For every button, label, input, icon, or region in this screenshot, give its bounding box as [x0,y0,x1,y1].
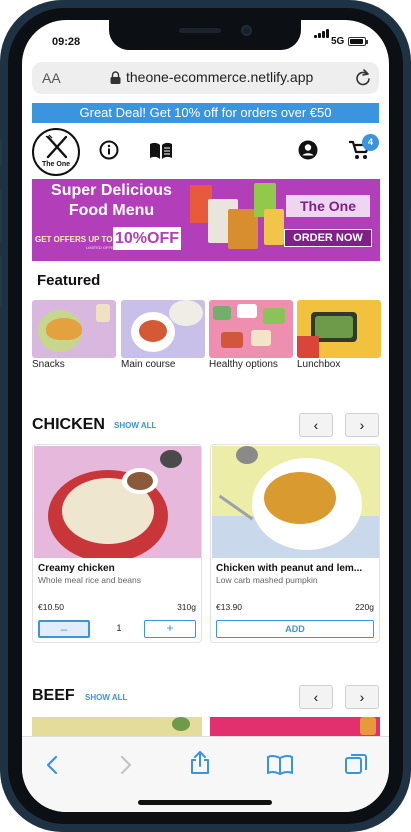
product-name: Creamy chicken [38,563,115,574]
category-healthy-options[interactable]: Healthy options [209,300,293,370]
banner-brand: The One [286,195,370,217]
category-snacks[interactable]: Snacks [32,300,116,370]
logo[interactable]: The One [32,128,80,176]
chicken-next-button[interactable]: › [345,413,379,437]
category-image [121,300,205,358]
lock-icon [110,71,121,84]
reload-icon[interactable] [354,68,372,88]
order-now-button[interactable]: ORDER NOW [284,229,372,247]
battery-icon [348,37,368,46]
info-icon[interactable] [99,140,119,160]
tabs-icon[interactable] [345,753,367,775]
cutlery-icon [45,134,68,159]
meal-pack-image [264,209,284,245]
status-time: 09:28 [52,36,81,48]
logo-text: The One [41,161,70,168]
product-card-chicken-peanut-lemon[interactable]: Chicken with peanut and lem... Low carb … [210,444,380,643]
category-image [32,300,116,358]
browser-toolbar [22,736,389,812]
account-icon[interactable] [298,140,318,160]
product-price: €10.50 [38,602,64,612]
decrease-quantity-button[interactable]: – [38,620,90,638]
section-title-beef: BEEF [32,687,75,704]
beef-next-button[interactable]: › [345,685,379,709]
category-label: Snacks [32,359,65,370]
menu-book-icon[interactable] [149,142,173,160]
category-image [209,300,293,358]
banner-title-line2: Food Menu [68,202,155,219]
promo-banner: Great Deal! Get 10% off for orders over … [32,103,379,123]
banner-offer-text: GET OFFERS UP TO [35,235,113,244]
banner-discount: 10%OFF [113,227,181,250]
address-bar[interactable]: AA theone-ecommerce.netlify.app [32,62,379,94]
action-button [0,140,2,166]
notch [109,20,301,50]
front-camera [241,25,252,36]
volume-down-button [0,255,2,307]
category-lunchbox[interactable]: Lunchbox [297,300,381,370]
section-title-chicken: CHICKEN [32,416,105,433]
network-type: 5G [331,36,345,47]
product-weight: 220g [355,602,374,612]
bookmarks-icon[interactable] [267,755,293,775]
quantity-value: 1 [116,623,122,633]
banner-offer-subtext: LIMITED OFFER [86,245,117,250]
featured-title: Featured [37,272,101,289]
speaker [179,28,221,33]
product-image [212,446,379,558]
category-label: Main course [121,359,176,370]
beef-prev-button[interactable]: ‹ [299,685,333,709]
screen: 09:28 5G AA theone-ecommerce.netlify.app… [22,20,389,812]
hero-banner[interactable]: Super Delicious Food Menu GET OFFERS UP … [32,179,380,261]
chicken-prev-button[interactable]: ‹ [299,413,333,437]
category-label: Lunchbox [297,359,341,370]
category-label: Healthy options [209,359,278,370]
increase-quantity-button[interactable]: + [144,620,196,638]
product-price: €13.90 [216,602,242,612]
volume-up-button [0,190,2,242]
home-indicator [138,800,272,805]
url-text[interactable]: theone-ecommerce.netlify.app [126,69,313,85]
product-description: Whole meal rice and beans [38,575,142,585]
product-card-creamy-chicken[interactable]: Creamy chicken Whole meal rice and beans… [32,444,202,643]
product-weight: 310g [177,602,196,612]
site-header: The One 4 [22,124,389,176]
category-image [297,300,381,358]
banner-title-line1: Super Delicious [51,182,172,199]
category-main-course[interactable]: Main course [121,300,205,370]
product-image [34,446,201,558]
add-to-cart-button[interactable]: ADD [216,620,374,638]
show-all-beef-link[interactable]: SHOW ALL [85,693,127,702]
back-icon[interactable] [45,755,59,775]
product-description: Low carb mashed pumpkin [216,575,318,585]
cart-count-badge: 4 [362,134,379,151]
product-name: Chicken with peanut and lem... [216,563,363,574]
forward-icon[interactable] [119,755,133,775]
phone-frame: 09:28 5G AA theone-ecommerce.netlify.app… [0,0,411,832]
text-size-button[interactable]: AA [42,70,61,86]
banner-title: Super Delicious Food Menu [44,181,179,221]
show-all-chicken-link[interactable]: SHOW ALL [114,421,156,430]
share-icon[interactable] [189,751,211,775]
